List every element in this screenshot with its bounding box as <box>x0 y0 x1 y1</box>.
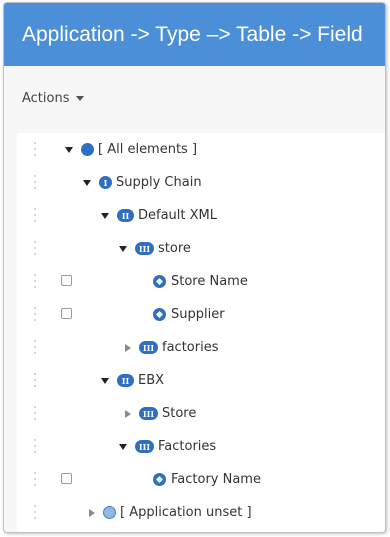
tree-node-label: Factory Name <box>171 472 261 487</box>
expand-toggle-icon[interactable] <box>83 179 91 186</box>
dialog-frame: Application -> Type –> Table -> Field Ac… <box>3 2 386 533</box>
tree-row-supply-chain: I Supply Chain <box>17 166 385 199</box>
select-checkbox[interactable] <box>61 275 72 286</box>
caret-down-icon <box>75 96 84 101</box>
tree-row-store-name: Store Name <box>17 265 385 298</box>
drag-handle-icon[interactable] <box>33 340 37 354</box>
tree-node-label: [ Application unset ] <box>120 505 252 520</box>
tree-node[interactable]: III factories <box>123 331 218 364</box>
select-checkbox[interactable] <box>61 473 72 484</box>
expand-toggle-icon[interactable] <box>119 443 127 450</box>
tree-node-label: Store Name <box>171 274 248 289</box>
collapse-toggle-icon[interactable] <box>125 409 131 418</box>
level-3-icon: III <box>139 341 158 354</box>
tree-node-label: Supply Chain <box>116 175 202 190</box>
level-3-icon: III <box>135 440 154 453</box>
tree-node-label: EBX <box>138 373 165 388</box>
tree-row-store: III store <box>17 232 385 265</box>
select-checkbox[interactable] <box>61 308 72 319</box>
tree-row-factories: III factories <box>17 331 385 364</box>
tree-node[interactable]: Factory Name <box>153 463 261 496</box>
tree-node-label: Supplier <box>171 307 225 322</box>
tree-row-store-ebx: III Store <box>17 397 385 430</box>
collapse-toggle-icon[interactable] <box>125 343 131 352</box>
level-3-icon: III <box>139 407 158 420</box>
drag-handle-icon[interactable] <box>33 505 37 519</box>
tree-node[interactable]: III store <box>118 232 191 265</box>
tree-node[interactable]: II EBX <box>100 364 164 397</box>
field-icon <box>153 275 166 288</box>
application-unset-icon <box>103 506 116 519</box>
tree-row-ebx: II EBX <box>17 364 385 397</box>
field-icon <box>153 308 166 321</box>
expand-toggle-icon[interactable] <box>119 245 127 252</box>
level-2-icon: II <box>117 209 134 222</box>
tree-node[interactable]: [ All elements ] <box>64 133 197 166</box>
tree-node-label: [ All elements ] <box>98 142 198 157</box>
tree-node-label: store <box>158 241 191 256</box>
drag-handle-icon[interactable] <box>33 208 37 222</box>
drag-handle-icon[interactable] <box>33 472 37 486</box>
tree-node[interactable]: I Supply Chain <box>82 166 202 199</box>
actions-label: Actions <box>22 91 70 106</box>
drag-handle-icon[interactable] <box>33 373 37 387</box>
tree-row-factory-name: Factory Name <box>17 463 385 496</box>
field-icon <box>153 473 166 486</box>
drag-handle-icon[interactable] <box>33 406 37 420</box>
tree-node-label: factories <box>162 340 219 355</box>
expand-toggle-icon[interactable] <box>101 377 109 384</box>
tree-row-default-xml: II Default XML <box>17 199 385 232</box>
tree-node[interactable]: [ Application unset ] <box>87 496 252 529</box>
tree-node-label: Factories <box>158 439 217 454</box>
drag-handle-icon[interactable] <box>33 142 37 156</box>
level-3-icon: III <box>135 242 154 255</box>
drag-handle-icon[interactable] <box>33 307 37 321</box>
collapse-toggle-icon[interactable] <box>89 508 95 517</box>
level-1-icon: I <box>99 176 112 189</box>
tree-node[interactable]: Supplier <box>153 298 225 331</box>
tree-node[interactable]: II Default XML <box>100 199 217 232</box>
tree-row-all-elements: [ All elements ] <box>17 133 385 166</box>
drag-handle-icon[interactable] <box>33 274 37 288</box>
tree-row-factories-ebx: III Factories <box>17 430 385 463</box>
tree-node-label: Store <box>162 406 197 421</box>
tree-node-label: Default XML <box>138 208 217 223</box>
all-elements-icon <box>81 143 94 156</box>
actions-menu-button[interactable]: Actions <box>22 91 84 106</box>
drag-handle-icon[interactable] <box>33 175 37 189</box>
tree-node[interactable]: III Factories <box>118 430 216 463</box>
tree-view: [ All elements ] I Supply Chain II Defau… <box>17 133 385 532</box>
tree-row-application-unset: [ Application unset ] <box>17 496 385 529</box>
level-2-icon: II <box>117 374 134 387</box>
drag-handle-icon[interactable] <box>33 241 37 255</box>
window-title: Application -> Type –> Table -> Field <box>4 3 385 66</box>
drag-handle-icon[interactable] <box>33 439 37 453</box>
tree-node[interactable]: III Store <box>123 397 196 430</box>
expand-toggle-icon[interactable] <box>101 212 109 219</box>
expand-toggle-icon[interactable] <box>65 146 73 153</box>
tree-node[interactable]: Store Name <box>153 265 248 298</box>
tree-row-supplier: Supplier <box>17 298 385 331</box>
